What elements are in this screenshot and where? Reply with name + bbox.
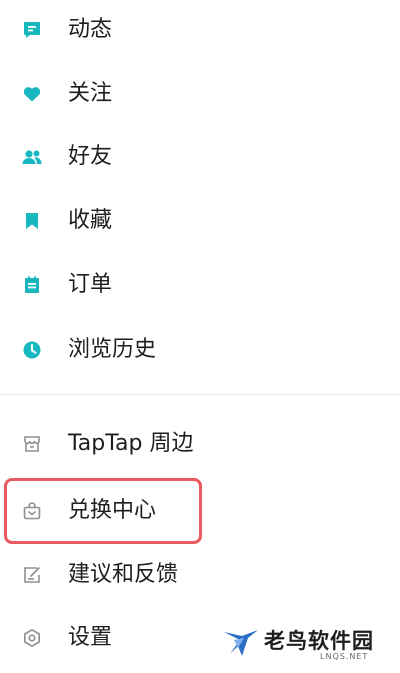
menu-item-favorites[interactable]: 收藏 xyxy=(0,196,380,246)
menu-item-label: 关注 xyxy=(68,81,113,106)
menu-item-label: TapTap 周边 xyxy=(68,431,194,456)
store-icon xyxy=(20,432,44,456)
bird-logo-icon xyxy=(222,626,260,660)
menu-item-label: 建议和反馈 xyxy=(68,562,179,587)
message-square-icon xyxy=(20,18,44,42)
menu-item-label: 订单 xyxy=(68,272,113,297)
menu-item-label: 设置 xyxy=(68,625,113,650)
clock-icon xyxy=(20,338,44,362)
menu-item-orders[interactable]: 订单 xyxy=(0,260,380,310)
menu-item-history[interactable]: 浏览历史 xyxy=(0,325,380,375)
menu-item-friends[interactable]: 好友 xyxy=(0,132,380,182)
watermark-title: 老鸟软件园 xyxy=(264,629,374,653)
heart-icon xyxy=(20,82,44,106)
order-icon xyxy=(20,273,44,297)
side-menu: 动态 关注 好友 收藏 订单 浏览历史 TapTap 周边 兑换中心 建议和反馈… xyxy=(0,0,400,673)
feedback-icon xyxy=(20,563,44,587)
bookmark-icon xyxy=(20,209,44,233)
watermark: 老鸟软件园 LNQS.NET xyxy=(198,610,400,673)
menu-divider xyxy=(0,394,400,395)
menu-item-follow[interactable]: 关注 xyxy=(0,69,380,119)
menu-item-taptap-merch[interactable]: TapTap 周边 xyxy=(0,419,380,469)
watermark-subtitle: LNQS.NET xyxy=(320,652,369,661)
friends-icon xyxy=(20,145,44,169)
highlight-box xyxy=(4,478,202,544)
menu-item-label: 好友 xyxy=(68,144,113,169)
menu-item-label: 浏览历史 xyxy=(68,337,157,362)
settings-icon xyxy=(20,626,44,650)
menu-item-label: 动态 xyxy=(68,17,113,42)
menu-item-feedback[interactable]: 建议和反馈 xyxy=(0,550,380,600)
menu-item-moments[interactable]: 动态 xyxy=(0,5,380,55)
menu-item-label: 收藏 xyxy=(68,208,113,233)
